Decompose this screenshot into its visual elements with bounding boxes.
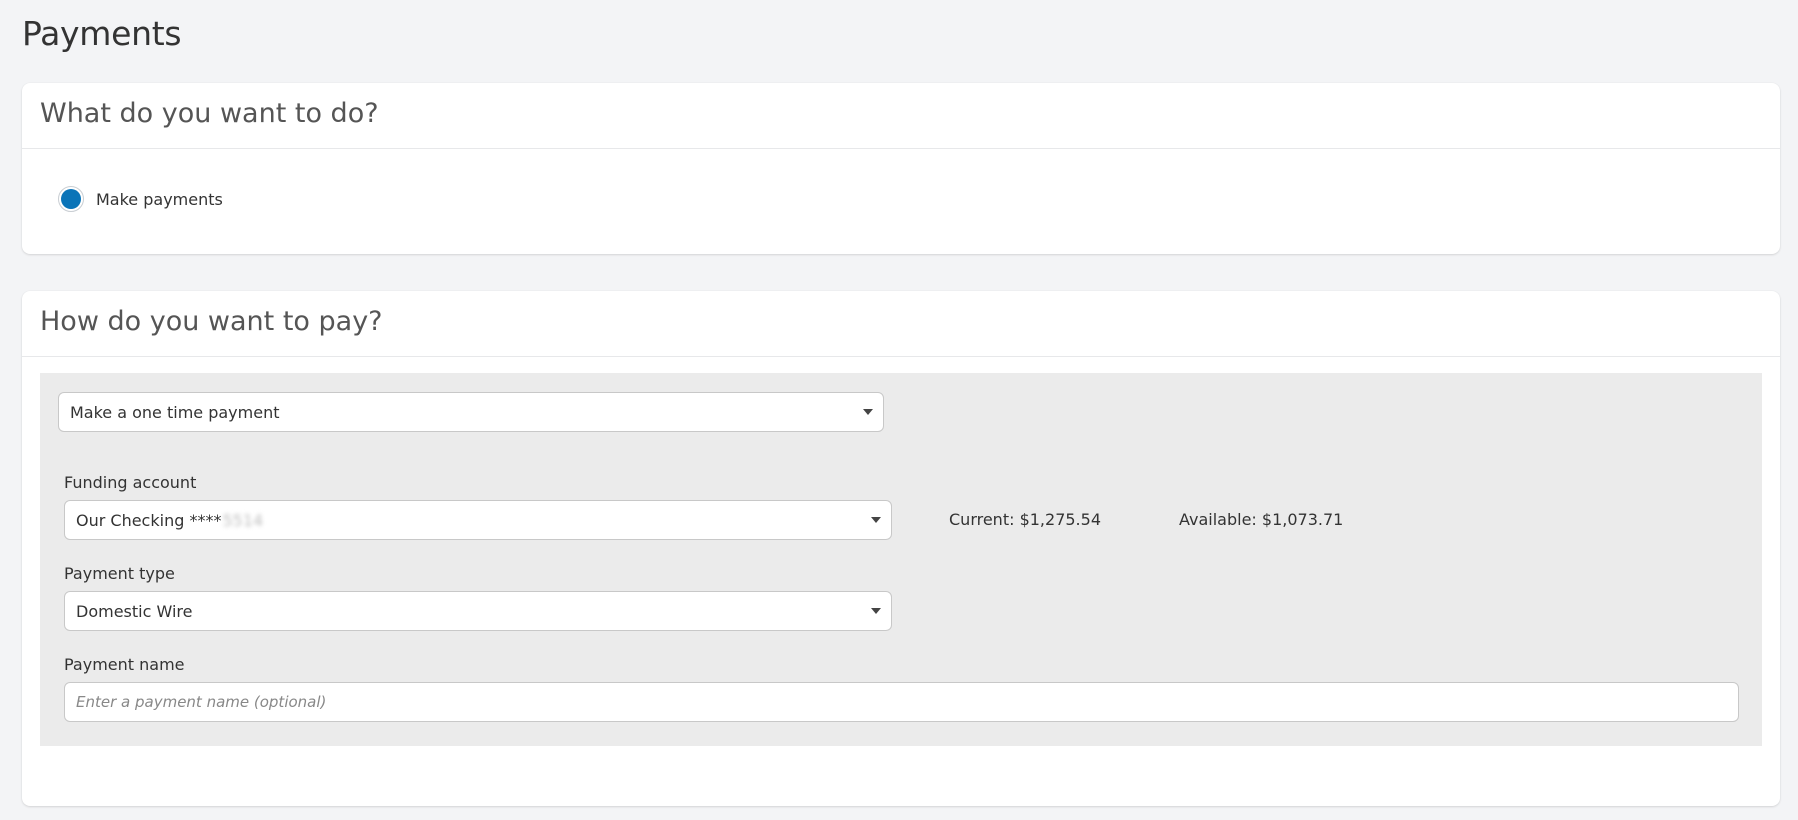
payment-card: How do you want to pay? Make a one time … xyxy=(22,291,1780,806)
available-balance: Available: $1,073.71 xyxy=(1179,510,1344,529)
payment-card-title: How do you want to pay? xyxy=(40,306,383,337)
funding-account-value: Our Checking **** xyxy=(76,510,222,530)
payment-mode-value: Make a one time payment xyxy=(70,402,280,422)
funding-account-select[interactable]: Our Checking **** 5514 xyxy=(64,500,892,540)
funding-account-label: Funding account xyxy=(64,473,197,492)
divider xyxy=(22,356,1780,357)
payment-mode-select[interactable]: Make a one time payment xyxy=(58,392,884,432)
payment-name-label: Payment name xyxy=(64,655,185,674)
action-card-title: What do you want to do? xyxy=(40,98,379,129)
chevron-down-icon xyxy=(871,608,881,614)
chevron-down-icon xyxy=(871,517,881,523)
payment-type-select[interactable]: Domestic Wire xyxy=(64,591,892,631)
payment-type-label: Payment type xyxy=(64,564,175,583)
chevron-down-icon xyxy=(863,409,873,415)
masked-account-digits: 5514 xyxy=(222,510,264,530)
payment-form: Make a one time payment Funding account … xyxy=(40,373,1762,746)
divider xyxy=(22,148,1780,149)
action-card: What do you want to do? Make payments xyxy=(22,83,1780,254)
current-balance: Current: $1,275.54 xyxy=(949,510,1101,529)
make-payments-option[interactable]: Make payments xyxy=(58,186,223,212)
payment-name-input[interactable] xyxy=(64,682,1739,722)
make-payments-label: Make payments xyxy=(96,189,223,209)
page-title: Payments xyxy=(22,14,182,53)
payment-type-value: Domestic Wire xyxy=(76,601,193,621)
radio-dot xyxy=(61,189,81,209)
radio-selected-icon[interactable] xyxy=(58,186,84,212)
